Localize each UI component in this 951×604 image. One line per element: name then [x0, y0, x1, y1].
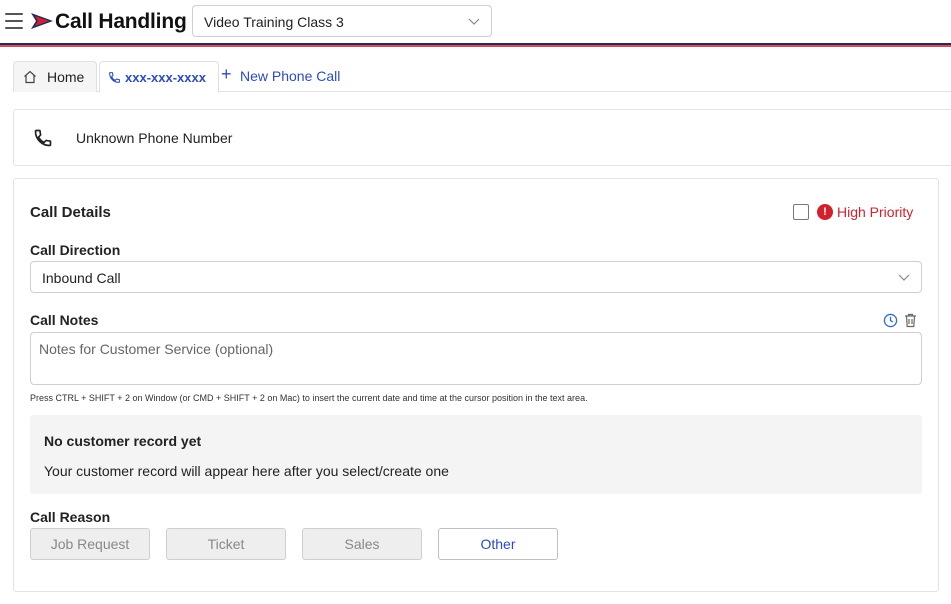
app-title: Call Handling [55, 10, 187, 33]
call-notes-label: Call Notes [30, 312, 99, 328]
caller-card: Unknown Phone Number [13, 109, 951, 166]
logo-icon [31, 13, 53, 29]
new-phone-call-button[interactable]: + New Phone Call [221, 61, 351, 92]
call-details-card: Call Details ! High Priority Call Direct… [13, 178, 939, 592]
new-phone-call-label: New Phone Call [240, 68, 341, 84]
workspace-select-value: Video Training Class 3 [204, 14, 344, 30]
tab-phone-call[interactable]: xxx-xxx-xxxx [99, 61, 219, 93]
chevron-down-icon [468, 18, 480, 25]
call-direction-value: Inbound Call [42, 270, 121, 286]
customer-record-empty-state: No customer record yet Your customer rec… [30, 415, 922, 494]
call-reason-label: Call Reason [30, 509, 111, 525]
call-direction-label: Call Direction [30, 242, 121, 258]
tab-home-label: Home [47, 69, 85, 85]
phone-icon [34, 129, 52, 147]
caller-number-label: Unknown Phone Number [76, 130, 233, 146]
empty-record-text: Your customer record will appear here af… [44, 463, 449, 479]
alert-icon: ! [817, 204, 833, 220]
tab-home[interactable]: Home [13, 61, 97, 92]
reason-other-button[interactable]: Other [438, 528, 558, 560]
trash-icon[interactable] [904, 313, 917, 328]
clock-icon[interactable] [883, 313, 898, 328]
reason-job-request-button[interactable]: Job Request [30, 528, 150, 560]
notes-shortcut-hint: Press CTRL + SHIFT + 2 on Window (or CMD… [30, 393, 588, 403]
empty-record-title: No customer record yet [44, 433, 202, 449]
hamburger-menu-icon[interactable] [5, 13, 23, 29]
chevron-down-icon [898, 274, 910, 281]
app-header: Call Handling Video Training Class 3 [0, 0, 951, 44]
plus-icon: + [221, 64, 232, 84]
header-stripe-red [0, 45, 951, 47]
phone-icon [109, 72, 120, 83]
high-priority-checkbox[interactable] [793, 204, 809, 220]
high-priority-label[interactable]: High Priority [837, 204, 913, 220]
home-icon [24, 70, 36, 84]
call-direction-select[interactable]: Inbound Call [30, 261, 922, 293]
call-notes-textarea[interactable] [30, 332, 922, 385]
reason-ticket-button[interactable]: Ticket [166, 528, 286, 560]
reason-sales-button[interactable]: Sales [302, 528, 422, 560]
tab-phone-call-label: xxx-xxx-xxxx [125, 70, 206, 85]
workspace-select[interactable]: Video Training Class 3 [192, 5, 492, 37]
call-details-title: Call Details [30, 204, 111, 221]
